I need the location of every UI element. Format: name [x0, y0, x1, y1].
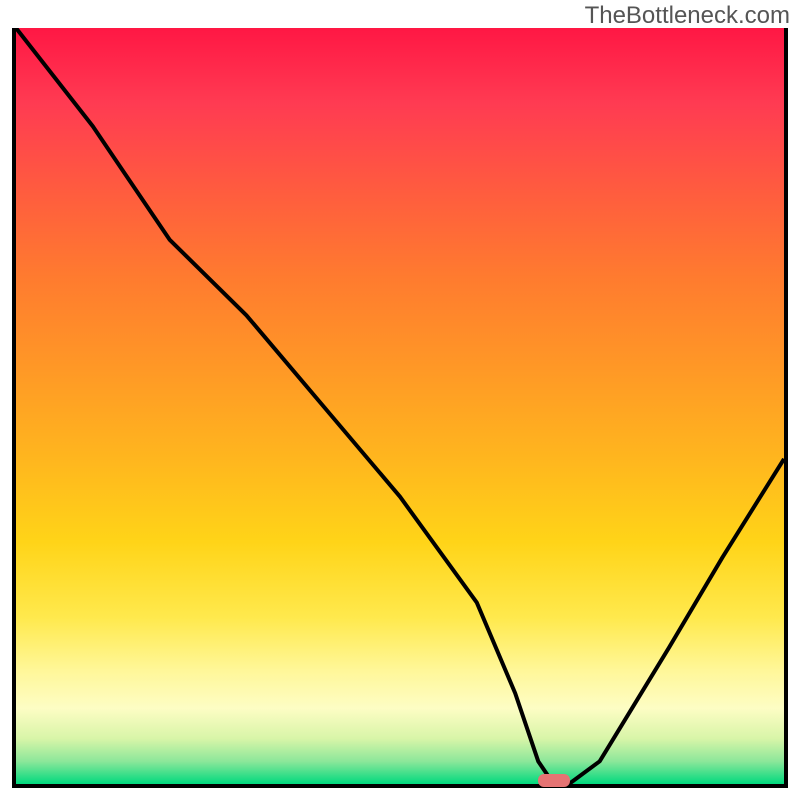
- watermark-text: TheBottleneck.com: [585, 2, 790, 30]
- minimum-marker: [538, 774, 570, 787]
- chart-container: TheBottleneck.com: [0, 0, 800, 800]
- curve-path: [16, 28, 784, 784]
- bottleneck-curve: [16, 28, 784, 784]
- plot-area: [12, 28, 788, 788]
